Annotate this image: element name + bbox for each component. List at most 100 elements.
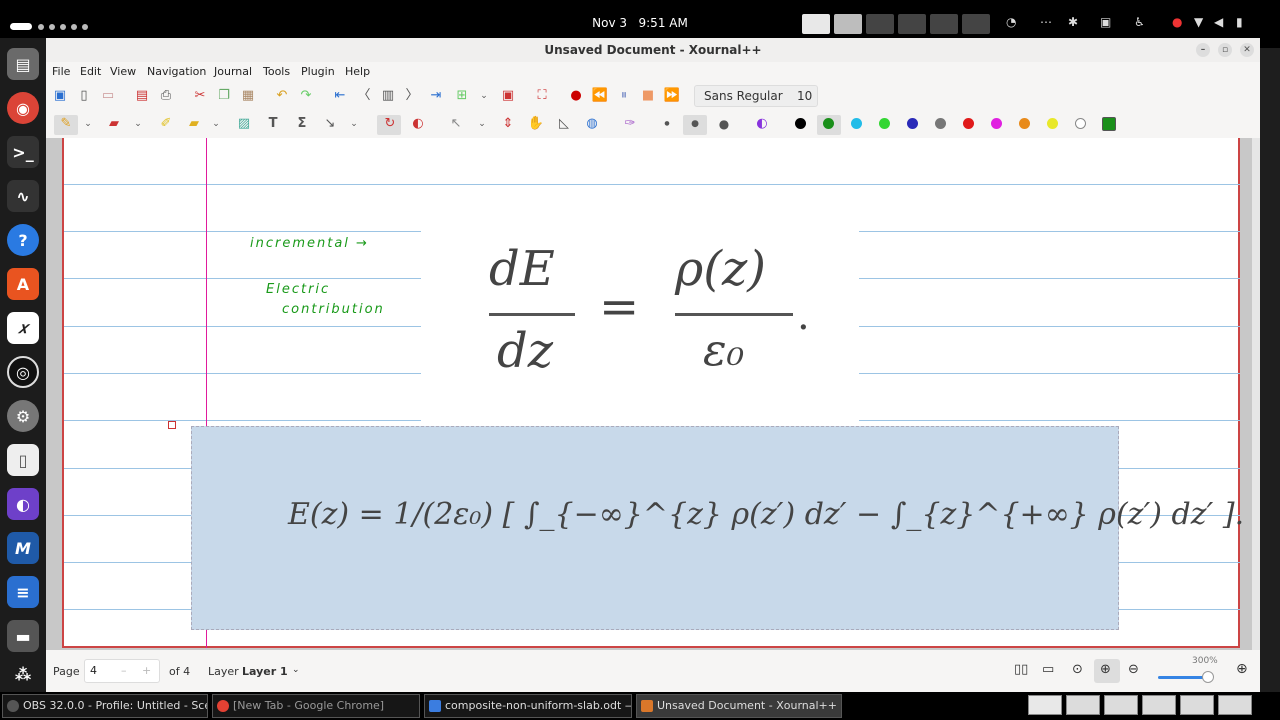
print-icon[interactable]: ⎙ [157,88,175,104]
zoom-fit-icon[interactable]: ⊙ [1072,662,1083,677]
highlighter-icon[interactable]: ✐ [157,116,175,132]
workspace-switcher-2[interactable] [1066,695,1100,715]
text-tool-icon[interactable]: T [264,116,282,132]
setsquare-icon[interactable]: ◺ [555,116,573,132]
next-page-icon[interactable]: 〉 [403,88,421,104]
menu-view[interactable]: View [110,65,136,78]
window-titlebar[interactable]: Unsaved Document - Xournal++ – ▫ ✕ [46,38,1260,62]
system-monitor-icon[interactable]: ∿ [7,180,39,212]
menu-navigation[interactable]: Navigation [147,65,206,78]
paste-icon[interactable]: ▦ [239,88,257,104]
open-folder-icon[interactable]: ▭ [99,88,117,104]
menu-plugin[interactable]: Plugin [301,65,335,78]
minimize-button[interactable]: – [1196,43,1210,57]
seek-back-icon[interactable]: ⏪ [591,88,609,104]
software-app-icon[interactable]: A [7,268,39,300]
menu-help[interactable]: Help [345,65,370,78]
zoom-100-icon[interactable]: ⊕ [1100,662,1111,677]
custom-color-button[interactable] [1102,117,1116,131]
delete-page-icon[interactable]: ▣ [499,88,517,104]
compass-icon[interactable]: ◍ [583,116,601,132]
workspace-thumb-2[interactable] [834,14,862,34]
zoom-out-icon[interactable]: ⊖ [1128,662,1139,677]
more-icon[interactable]: ⋯ [1040,15,1052,29]
menu-tools[interactable]: Tools [263,65,290,78]
stop-icon[interactable]: ■ [639,88,657,104]
page-4[interactable]: incremental → Electric contribution dE d… [62,138,1244,648]
wifi-icon[interactable]: ▼ [1194,15,1203,29]
github-app-icon[interactable]: ◐ [7,488,39,520]
mathpix-app-icon[interactable]: M [7,532,39,564]
terminal-app-icon[interactable]: >_ [7,136,39,168]
eraser-icon[interactable]: ▰ [105,116,123,132]
ruler-magnet-icon[interactable]: ◐ [409,116,427,132]
workspace-thumb-6[interactable] [962,14,990,34]
hand-tool-icon[interactable]: ✋ [527,116,545,132]
vertical-space-icon[interactable]: ⇕ [499,116,517,132]
image-icon[interactable]: ▨ [235,116,253,132]
page-increment-button[interactable]: + [142,660,151,682]
zoom-slider-track[interactable] [1158,676,1208,679]
medium-thickness-icon[interactable]: ● [686,116,704,132]
accessibility-icon[interactable]: ♿ [1134,15,1145,29]
shape-recognizer-icon[interactable]: ↻ [381,116,399,132]
pause-icon[interactable]: ⏸ [615,88,633,104]
selected-equation-image-2[interactable]: E(z) = 1/(2ε₀) [ ∫_{−∞}^{z} ρ(z′) dz′ − … [191,426,1244,630]
page-number-input[interactable]: 4 – + [84,659,160,683]
maximize-button[interactable]: ▫ [1218,43,1232,57]
workspace-switcher-1[interactable] [1028,695,1062,715]
task-obs[interactable]: OBS 32.0.0 - Profile: Untitled - Scen... [2,694,208,718]
thick-thickness-icon[interactable]: ● [715,116,733,132]
eraser-dropdown-icon[interactable]: ⌄ [129,116,147,132]
bluetooth-icon[interactable]: ✱ [1068,15,1078,29]
draw-line-icon[interactable]: ↘ [321,116,339,132]
color-black-swatch[interactable] [795,118,806,129]
color-blue-swatch[interactable] [907,118,918,129]
color-cyan-swatch[interactable] [851,118,862,129]
menu-file[interactable]: File [52,65,70,78]
pen-icon[interactable]: ✎ [57,116,75,132]
handwritten-annotation-line3[interactable]: contribution [282,302,385,317]
insert-page-dropdown-icon[interactable]: ⌄ [475,88,493,104]
undo-icon[interactable]: ↶ [273,88,291,104]
save-icon[interactable]: ▣ [51,88,69,104]
fine-thickness-icon[interactable]: ● [658,116,676,132]
obs-app-icon[interactable]: ◎ [7,356,39,388]
files-app-icon[interactable]: ▤ [7,48,39,80]
presentation-mode-icon[interactable]: ▭ [1042,662,1054,677]
workspace-thumb-5[interactable] [930,14,958,34]
zoom-in-icon[interactable]: ⊕ [1236,661,1248,677]
fullscreen-icon[interactable]: ⛶ [533,88,551,104]
pen-dropdown-icon[interactable]: ⌄ [79,116,97,132]
close-button[interactable]: ✕ [1240,43,1254,57]
selection-delete-handle[interactable] [168,421,176,429]
color-magenta-swatch[interactable] [991,118,1002,129]
handwritten-annotation-line2[interactable]: Electric [266,282,330,297]
chrome-app-icon[interactable]: ◉ [7,92,39,124]
color-red-swatch[interactable] [963,118,974,129]
battery-icon[interactable]: ▮ [1236,15,1243,29]
task-chrome[interactable]: [New Tab - Google Chrome] [212,694,420,718]
seek-forward-icon[interactable]: ⏩ [663,88,681,104]
workspace-thumb-3[interactable] [866,14,894,34]
color-yellow-swatch[interactable] [1047,118,1058,129]
shapes-dropdown-icon[interactable]: ⌄ [345,116,363,132]
goto-page-icon[interactable]: ▥ [379,88,397,104]
select-region-icon[interactable]: ▰ [185,116,203,132]
pointer-select-icon[interactable]: ↖ [447,116,465,132]
paired-pages-icon[interactable]: ▯▯ [1014,662,1028,677]
select-dropdown-icon[interactable]: ⌄ [207,116,225,132]
redo-icon[interactable]: ↷ [297,88,315,104]
color-white-swatch[interactable] [1075,118,1086,129]
workspace-thumb-1[interactable] [802,14,830,34]
microphone-icon[interactable]: ● [1172,15,1182,29]
color-green-swatch[interactable] [823,118,834,129]
new-document-icon[interactable]: ▯ [75,88,93,104]
handwritten-annotation-line1[interactable]: incremental → [250,236,369,251]
clipboard-icon[interactable]: ▣ [1100,15,1111,29]
equation-image-1[interactable]: dE dz = ρ(z) ε₀ . [421,231,859,426]
layer-selector[interactable]: Layer 1 [242,665,288,678]
task-xournal[interactable]: Unsaved Document - Xournal++ [636,694,842,718]
layer-dropdown-icon[interactable]: ⌄ [292,665,300,675]
xournal-app-icon[interactable]: 𝑥 [7,312,39,344]
